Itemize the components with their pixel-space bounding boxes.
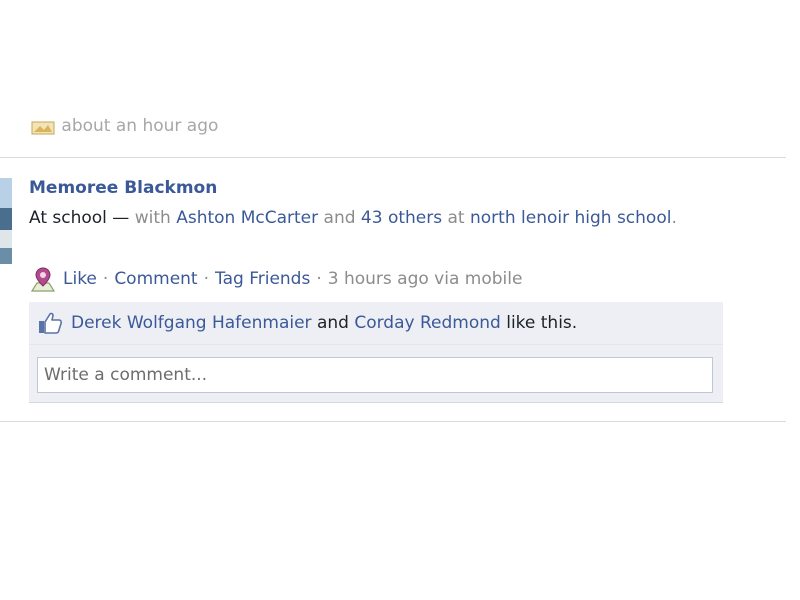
- comment-input[interactable]: [37, 357, 713, 393]
- likes-and-word: and: [311, 313, 355, 333]
- author-name-link[interactable]: Memoree Blackmon: [29, 178, 217, 198]
- story-divider-bottom: [0, 421, 786, 422]
- others-link[interactable]: 43 others: [361, 208, 442, 228]
- likes-suffix: like this.: [500, 313, 578, 333]
- likes-summary: Derek Wolfgang Hafenmaier and Corday Red…: [29, 302, 723, 345]
- place-link[interactable]: north lenoir high school: [470, 208, 671, 228]
- status-text: At school: [29, 208, 107, 228]
- liker-link-1[interactable]: Derek Wolfgang Hafenmaier: [71, 313, 312, 333]
- tagged-friend-link[interactable]: Ashton McCarter: [176, 208, 318, 228]
- action-separator: ·: [203, 269, 210, 289]
- at-word: at: [442, 208, 470, 228]
- feedback-box: Derek Wolfgang Hafenmaier and Corday Red…: [29, 302, 723, 403]
- story-actions: Like · Comment · Tag Friends · 3 hours a…: [29, 264, 522, 294]
- previous-story-time: about an hour ago: [61, 116, 219, 136]
- story-message: At school — with Ashton McCarter and 43 …: [29, 206, 719, 231]
- location-pin-icon: [30, 267, 56, 292]
- and-word: and: [318, 208, 361, 228]
- status-dash: —: [106, 208, 135, 228]
- photo-icon: [31, 121, 55, 135]
- story-divider: [0, 157, 786, 158]
- liker-link-2[interactable]: Corday Redmond: [354, 313, 500, 333]
- timestamp[interactable]: 3 hours ago via mobile: [328, 269, 523, 289]
- action-separator: ·: [102, 269, 109, 289]
- with-word: with: [134, 208, 177, 228]
- like-link[interactable]: Like: [63, 269, 97, 289]
- action-separator: ·: [316, 269, 322, 289]
- tag-friends-link[interactable]: Tag Friends: [215, 269, 310, 289]
- thumbs-up-icon: [39, 312, 62, 334]
- comment-link[interactable]: Comment: [114, 269, 197, 289]
- message-period: .: [671, 208, 677, 228]
- previous-story-meta: about an hour ago: [30, 116, 218, 138]
- avatar[interactable]: [0, 178, 12, 264]
